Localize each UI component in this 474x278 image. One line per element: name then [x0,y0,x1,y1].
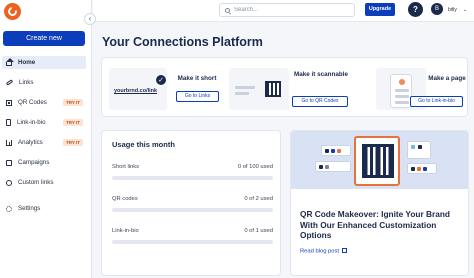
create-new-button[interactable]: Create new [3,31,85,46]
go-to-link-in-bio-button[interactable]: Go to Link-in-bio [410,96,463,107]
sidebar-item-label: Link-in-bio [17,119,46,126]
sidebar-item-qr-codes[interactable]: QR Codes TRY IT [2,96,86,109]
usage-panel: Usage this month Short links 0 of 100 us… [101,130,281,276]
upgrade-button[interactable]: Upgrade [365,3,395,16]
card-title: Make it scannable [294,71,348,78]
username[interactable]: bitly [448,7,457,13]
phone-icon [390,74,412,108]
sidebar-item-label: Custom links [18,179,54,186]
sidebar-item-label: Analytics [18,139,43,146]
check-icon: ✓ [155,74,167,86]
search-box[interactable] [219,3,355,17]
card-make-it-short: yourbrnd.co/link ✓ Make it short Go to L… [109,68,223,110]
collapse-sidebar-chevron-icon[interactable]: ‹ [84,13,96,25]
usage-progress-bar [112,176,273,180]
short-link-illustration: yourbrnd.co/link ✓ [109,68,167,110]
usage-count: 0 of 1 used [244,228,273,234]
custom-links-icon [6,179,12,186]
usage-label: QR codes [112,196,138,202]
bitly-logo-icon[interactable] [4,3,21,20]
qr-code-icon [6,99,12,106]
feature-cards: yourbrnd.co/link ✓ Make it short Go to L… [101,57,468,117]
promo-title: QR Code Makeover: Ignite Your Brand With… [300,209,450,240]
usage-progress-bar [112,240,273,244]
card-make-a-page: Make a page Go to Link-in-bio [376,68,467,110]
home-icon [6,57,14,66]
usage-title: Usage this month [112,140,175,149]
card-make-it-scannable: Make it scannable Go to QR Codes [229,68,351,110]
sidebar-item-label: Links [19,79,34,86]
external-link-icon [342,248,347,253]
search-icon [225,7,230,13]
page-title: Your Connections Platform [102,35,263,49]
promo-panel: QR Code Makeover: Ignite Your Brand With… [290,130,469,276]
sidebar-item-settings[interactable]: Settings [2,202,86,215]
promo-illustration [291,131,468,189]
link-in-bio-icon [6,119,11,126]
sidebar-item-analytics[interactable]: Analytics TRY IT [2,136,86,149]
qr-code-icon [354,136,400,186]
sample-short-url: yourbrnd.co/link [114,88,158,94]
link-icon [5,79,14,86]
card-title: Make it short [177,75,217,82]
qr-code-icon [265,81,281,97]
sidebar-item-home[interactable]: Home [2,56,86,69]
sidebar: Create new Home Links QR Codes TRY IT Li… [0,0,92,278]
read-blog-post-link[interactable]: Read blog post [300,248,347,255]
usage-label: Short links [112,164,140,170]
try-it-badge: TRY IT [62,99,83,106]
campaigns-icon [6,159,12,166]
sidebar-item-label: Settings [18,205,41,212]
help-icon[interactable]: ? [408,2,423,17]
qr-illustration [229,68,289,110]
sidebar-item-links[interactable]: Links [2,76,86,89]
try-it-badge: TRY IT [62,119,83,126]
sidebar-item-label: Campaigns [18,159,50,166]
usage-label: Link-in-bio [112,228,139,234]
go-to-qr-codes-button[interactable]: Go to QR Codes [292,96,348,107]
sidebar-item-campaigns[interactable]: Campaigns [2,156,86,169]
sidebar-item-custom-links[interactable]: Custom links [2,176,86,189]
usage-progress-bar [112,208,273,212]
card-title: Make a page [428,75,466,82]
sidebar-item-label: Home [18,59,36,66]
avatar[interactable]: B [431,3,443,15]
search-input[interactable] [234,7,344,13]
top-bar: Upgrade ? B bitly ⌄ [93,0,474,22]
usage-count: 0 of 100 used [237,164,273,170]
analytics-icon [6,139,12,146]
sidebar-item-link-in-bio[interactable]: Link-in-bio TRY IT [2,116,86,129]
go-to-links-button[interactable]: Go to Links [176,91,219,102]
sidebar-item-label: QR Codes [18,99,47,106]
chevron-down-icon[interactable]: ⌄ [463,7,467,13]
usage-count: 0 of 2 used [244,196,273,202]
settings-icon [6,205,12,212]
try-it-badge: TRY IT [62,139,83,146]
